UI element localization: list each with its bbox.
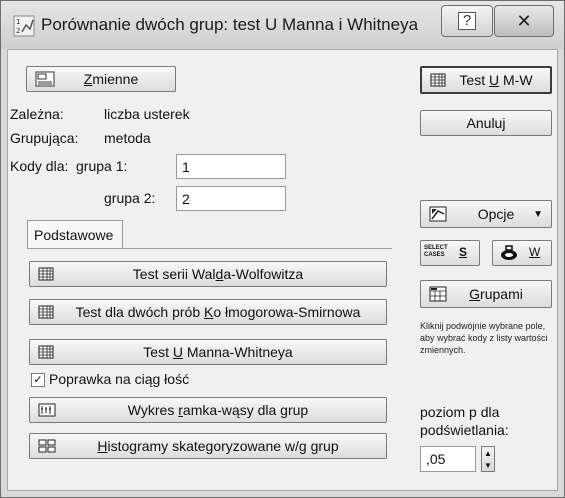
spinner-up-icon[interactable]: ▲ bbox=[482, 447, 494, 459]
weight-button[interactable]: W bbox=[492, 240, 552, 266]
table-icon bbox=[430, 73, 446, 87]
box-plot-icon bbox=[38, 403, 56, 417]
table-icon bbox=[38, 305, 54, 319]
group2-label: grupa 2: bbox=[104, 190, 156, 206]
app-icon: 1 2 bbox=[13, 15, 35, 37]
dialog-body: Zmienne Zależna: liczba usterek Grupując… bbox=[7, 49, 558, 491]
p-level-label-1: poziom p dla bbox=[420, 404, 500, 420]
tab-basic[interactable]: Podstawowe bbox=[27, 220, 123, 249]
table-icon bbox=[38, 345, 54, 359]
dialog-window: 1 2 Porównanie dwóch grup: test U Manna … bbox=[0, 0, 565, 498]
weight-icon bbox=[501, 245, 517, 260]
help-button[interactable]: ? bbox=[441, 5, 493, 37]
dependent-value: liczba usterek bbox=[104, 106, 190, 122]
p-level-field[interactable]: ,05 bbox=[420, 446, 476, 472]
svg-text:1: 1 bbox=[16, 18, 20, 26]
group1-field[interactable]: 1 bbox=[176, 154, 286, 179]
continuity-label: Poprawka na ciąg łość bbox=[49, 371, 190, 387]
group1-label: grupa 1: bbox=[76, 158, 128, 174]
select-cases-button[interactable]: SELECT CASES S bbox=[420, 240, 480, 266]
box-whisker-button[interactable]: Wykres ramka-wąsy dla grup bbox=[29, 397, 387, 423]
spinner-down-icon[interactable]: ▼ bbox=[482, 459, 494, 471]
close-icon: ✕ bbox=[516, 10, 532, 31]
close-button[interactable]: ✕ bbox=[494, 5, 554, 37]
continuity-checkbox[interactable]: ✓ bbox=[31, 373, 45, 387]
dependent-label: Zależna: bbox=[10, 106, 64, 122]
tab-basic-content: Test serii Walda-Wolfowitza Test dla dwó… bbox=[27, 248, 392, 459]
histograms-button[interactable]: Histogramy skategoryzowane w/g grup bbox=[29, 433, 387, 459]
cancel-button[interactable]: Anuluj bbox=[420, 110, 552, 136]
chevron-down-icon: ▼ bbox=[533, 209, 543, 220]
select-cases-icon: SELECT CASES bbox=[424, 245, 448, 258]
options-icon bbox=[429, 206, 447, 222]
title-bar[interactable]: 1 2 Porównanie dwóch grup: test U Manna … bbox=[1, 1, 564, 49]
svg-text:2: 2 bbox=[16, 27, 20, 35]
by-groups-button[interactable]: Grupami bbox=[420, 280, 552, 308]
variables-icon bbox=[35, 71, 55, 87]
wald-wolfowitz-button[interactable]: Test serii Walda-Wolfowitza bbox=[29, 261, 387, 287]
by-groups-icon bbox=[429, 286, 447, 302]
tab-panel: Podstawowe Test serii Walda-Wolfowitza T… bbox=[27, 220, 392, 459]
help-icon: ? bbox=[458, 12, 476, 30]
test-mw-button[interactable]: Test U M-W bbox=[420, 66, 552, 94]
variables-button[interactable]: Zmienne bbox=[26, 66, 176, 92]
mann-whitney-button[interactable]: Test U Manna-Whitneya bbox=[29, 339, 387, 365]
grouping-label: Grupująca: bbox=[10, 130, 79, 146]
kolmogorov-smirnov-button[interactable]: Test dla dwóch prób Ko łmogorowa-Smirnow… bbox=[29, 299, 387, 325]
grouping-value: metoda bbox=[104, 130, 151, 146]
hint-text: Kliknij podwójnie wybrane pole, aby wybr… bbox=[420, 321, 548, 355]
table-icon bbox=[38, 267, 54, 281]
options-button[interactable]: Opcje ▼ bbox=[420, 200, 552, 228]
group2-field[interactable]: 2 bbox=[176, 186, 286, 211]
p-level-spinner[interactable]: ▲ ▼ bbox=[481, 446, 495, 472]
p-level-label-2: podświetlania: bbox=[420, 422, 509, 438]
window-title: Porównanie dwóch grup: test U Manna i Wh… bbox=[41, 15, 419, 34]
codes-label: Kody dla: bbox=[10, 158, 69, 174]
histogram-grid-icon bbox=[38, 439, 56, 453]
